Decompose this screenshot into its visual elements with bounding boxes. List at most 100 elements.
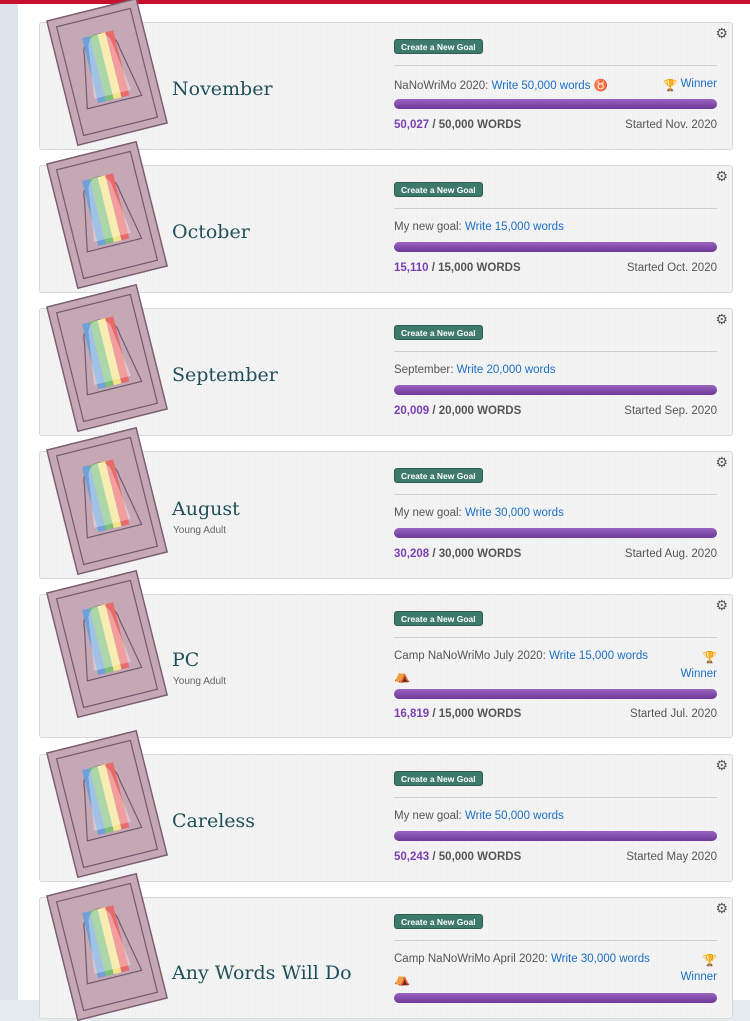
keyhole-cover-icon[interactable] (45, 283, 169, 433)
project-card: August Young Adult Create a New Goal ⚙ M… (39, 426, 733, 579)
target-words: 30,000 (438, 548, 474, 560)
current-words: 20,009 (394, 405, 430, 417)
start-date: Started Sep. 2020 (624, 405, 717, 417)
progress-bar (394, 528, 717, 538)
target-words: 50,000 (438, 119, 474, 131)
goal-prefix: Camp NaNoWriMo April 2020: (394, 953, 548, 965)
goal-link[interactable]: Write 15,000 words (465, 221, 564, 233)
progress-fill (394, 993, 717, 1003)
keyhole-cover-icon[interactable] (45, 426, 169, 576)
progress-fill (394, 831, 717, 841)
project-title[interactable]: Careless (172, 810, 255, 832)
progress-fill (394, 242, 717, 252)
trophy-icon: 🏆 (702, 955, 717, 967)
camp-tent-icon: ⛺ (394, 971, 411, 986)
words-suffix: WORDS (476, 262, 521, 274)
start-date: Started Jul. 2020 (630, 708, 717, 720)
progress-fill (394, 689, 717, 699)
current-words: 15,110 (394, 262, 429, 274)
create-goal-button[interactable]: Create a New Goal (394, 39, 483, 54)
start-date: Started Oct. 2020 (626, 262, 717, 274)
words-suffix: WORDS (477, 851, 522, 863)
divider (394, 208, 717, 209)
goal-link[interactable]: Write 30,000 words (551, 953, 650, 965)
keyhole-cover-icon[interactable] (45, 569, 169, 719)
camp-tent-icon: ⛺ (394, 668, 411, 683)
divider (394, 351, 717, 352)
gear-icon[interactable]: ⚙ (715, 758, 728, 772)
project-title[interactable]: Any Words Will Do (172, 962, 352, 984)
goal-prefix: Camp NaNoWriMo July 2020: (394, 650, 546, 662)
goal-description: Camp NaNoWriMo April 2020: Write 30,000 … (394, 953, 650, 965)
winner-label[interactable]: Winner (681, 668, 717, 680)
gear-icon[interactable]: ⚙ (715, 901, 728, 915)
project-genre: Young Adult (173, 525, 227, 536)
trophy-icon: 🏆 (702, 652, 717, 664)
word-count: 50,243 / 50,000 WORDS (394, 851, 522, 863)
goal-link[interactable]: Write 20,000 words (457, 364, 556, 376)
project-title[interactable]: November (172, 78, 273, 100)
divider (394, 797, 717, 798)
project-card: November Create a New Goal ⚙ NaNoWriMo 2… (39, 0, 733, 150)
goal-link[interactable]: Write 50,000 words (465, 810, 564, 822)
current-words: 50,027 (394, 119, 430, 131)
target-words: 15,000 (438, 708, 474, 720)
project-card: PC Young Adult Create a New Goal ⚙ Camp … (39, 569, 733, 738)
horns-icon: ♉ (593, 80, 608, 92)
project-title[interactable]: September (172, 364, 278, 386)
gear-icon[interactable]: ⚙ (715, 598, 728, 612)
project-title[interactable]: October (172, 221, 250, 243)
start-date: Started Nov. 2020 (625, 119, 717, 131)
create-goal-button[interactable]: Create a New Goal (394, 771, 483, 786)
words-suffix: WORDS (477, 548, 522, 560)
current-words: 50,243 (394, 851, 430, 863)
goal-link[interactable]: Write 30,000 words (465, 507, 564, 519)
goal-link[interactable]: Write 15,000 words (549, 650, 648, 662)
goal-prefix: My new goal: (394, 507, 462, 519)
start-date: Started Aug. 2020 (624, 548, 717, 560)
progress-fill (394, 528, 717, 538)
gear-icon[interactable]: ⚙ (715, 26, 728, 40)
keyhole-cover-icon[interactable] (45, 729, 169, 879)
project-title[interactable]: August (172, 498, 240, 520)
gear-icon[interactable]: ⚙ (715, 312, 728, 326)
target-words: 50,000 (438, 851, 474, 863)
create-goal-button[interactable]: Create a New Goal (394, 914, 483, 929)
divider (394, 65, 717, 66)
winner-label: Winner (680, 78, 717, 90)
project-card: October Create a New Goal ⚙ My new goal:… (39, 140, 733, 293)
project-card: September Create a New Goal ⚙ September:… (39, 283, 733, 436)
gear-icon[interactable]: ⚙ (715, 169, 728, 183)
divider (394, 940, 717, 941)
winner-label[interactable]: Winner (681, 971, 717, 983)
divider (394, 494, 717, 495)
words-suffix: WORDS (477, 405, 522, 417)
create-goal-button[interactable]: Create a New Goal (394, 468, 483, 483)
progress-fill (394, 99, 717, 109)
gear-icon[interactable]: ⚙ (715, 455, 728, 469)
goal-prefix: NaNoWriMo 2020: (394, 80, 489, 92)
goal-description: September: Write 20,000 words (394, 364, 556, 376)
project-list: November Create a New Goal ⚙ NaNoWriMo 2… (18, 0, 750, 1021)
keyhole-cover-icon[interactable] (45, 140, 169, 290)
keyhole-cover-icon[interactable] (45, 872, 169, 1021)
progress-bar (394, 689, 717, 699)
progress-bar (394, 99, 717, 109)
progress-bar (394, 385, 717, 395)
target-words: 15,000 (438, 262, 474, 274)
winner-badge[interactable]: 🏆 Winner (663, 78, 717, 92)
keyhole-cover-icon[interactable] (45, 0, 169, 147)
goal-prefix: My new goal: (394, 810, 462, 822)
divider (394, 637, 717, 638)
goal-link[interactable]: Write 50,000 words (492, 80, 591, 92)
progress-fill (394, 385, 717, 395)
create-goal-button[interactable]: Create a New Goal (394, 611, 483, 626)
trophy-icon: 🏆 (663, 80, 678, 92)
project-title[interactable]: PC (172, 649, 199, 671)
goal-description: My new goal: Write 15,000 words (394, 221, 564, 233)
progress-bar (394, 993, 717, 1003)
create-goal-button[interactable]: Create a New Goal (394, 182, 483, 197)
word-count: 20,009 / 20,000 WORDS (394, 405, 522, 417)
goal-prefix: September: (394, 364, 454, 376)
create-goal-button[interactable]: Create a New Goal (394, 325, 483, 340)
